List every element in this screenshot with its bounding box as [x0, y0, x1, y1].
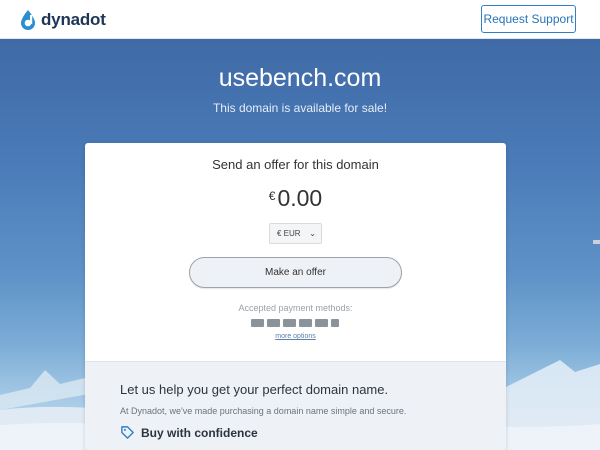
dynadot-drop-icon [21, 10, 35, 30]
help-title: Let us help you get your perfect domain … [120, 382, 389, 397]
visa-icon [251, 319, 264, 327]
domain-name-title: usebench.com [218, 64, 382, 92]
tag-icon [121, 426, 134, 439]
domain-subtitle: This domain is available for sale! [212, 101, 388, 115]
help-section: Let us help you get your perfect domain … [85, 361, 506, 450]
top-bar: dynadot Request Support [0, 0, 600, 39]
currency-symbol: € [268, 189, 276, 203]
paypal-icon [331, 319, 339, 327]
more-options-link[interactable]: more options [85, 333, 506, 340]
dynadot-logo[interactable]: dynadot [19, 9, 106, 31]
make-offer-button[interactable]: Make an offer [189, 257, 402, 288]
payment-methods [251, 319, 339, 327]
offer-card: Send an offer for this domain €0.00 € EU… [85, 143, 506, 450]
discover-icon [299, 319, 312, 327]
amex-icon [283, 319, 296, 327]
chevron-down-icon: ⌄ [309, 229, 316, 238]
offer-amount[interactable]: €0.00 [85, 185, 506, 212]
mastercard-icon [267, 319, 280, 327]
help-text: At Dynadot, we've made purchasing a doma… [120, 406, 407, 416]
feature-label: Buy with confidence [141, 425, 258, 440]
buy-with-confidence: Buy with confidence [120, 425, 258, 440]
offer-heading: Send an offer for this domain [212, 157, 379, 172]
currency-select-value: € EUR [277, 229, 301, 238]
amount-value: 0.00 [277, 185, 323, 211]
request-support-button[interactable]: Request Support [481, 5, 576, 33]
bank-icon [315, 319, 328, 327]
currency-select[interactable]: € EUR ⌄ [269, 223, 322, 244]
logo-text: dynadot [41, 10, 106, 29]
scrollbar-thumb[interactable] [593, 240, 600, 244]
accepted-payments-label: Accepted payment methods: [238, 303, 353, 313]
